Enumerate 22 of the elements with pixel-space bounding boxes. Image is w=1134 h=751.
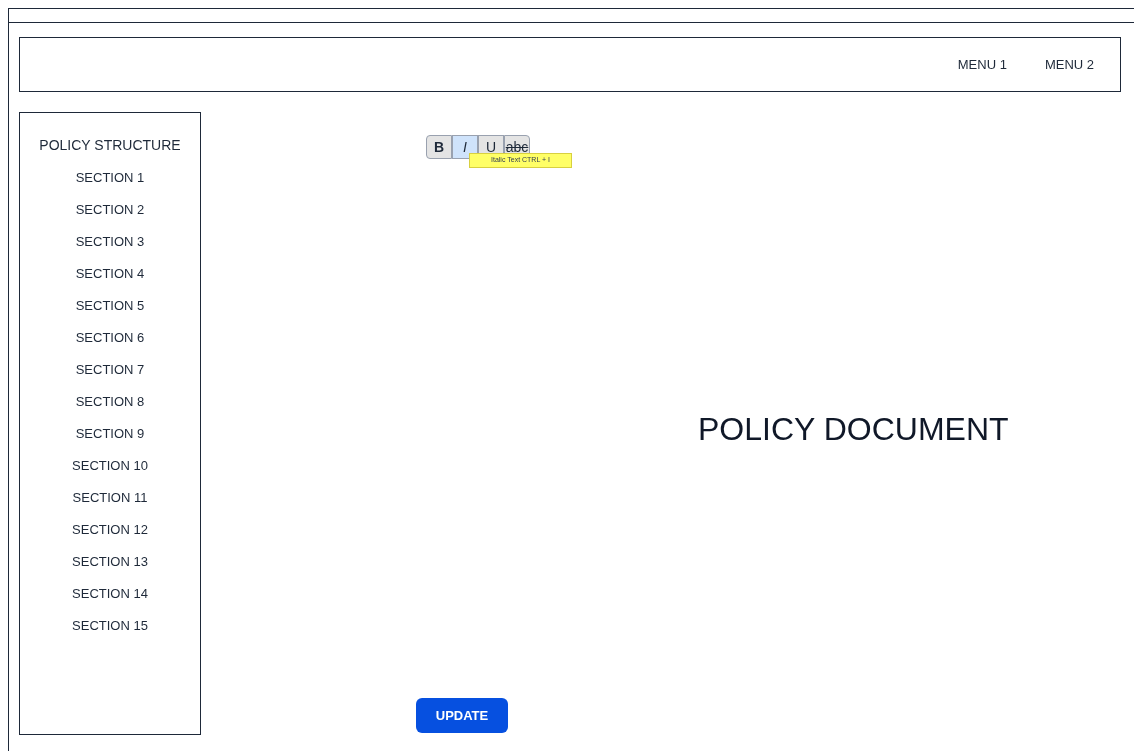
section-link[interactable]: SECTION 10 [72,456,148,488]
document-title: POLICY DOCUMENT [698,410,1009,449]
section-link[interactable]: SECTION 4 [75,264,145,296]
format-button[interactable]: I [452,135,478,159]
section-link[interactable]: SECTION 15 [72,616,148,648]
section-link[interactable]: SECTION 12 [72,520,148,552]
section-link[interactable]: SECTION 3 [75,232,145,264]
format-button[interactable]: B [426,135,452,159]
section-link[interactable]: SECTION 5 [75,296,145,328]
section-link[interactable]: SECTION 2 [75,200,145,232]
section-link[interactable]: SECTION 7 [75,360,145,392]
section-link[interactable]: SECTION 8 [75,392,145,424]
section-link[interactable]: SECTION 6 [75,328,145,360]
section-link[interactable]: SECTION 11 [72,488,148,520]
sidebar-title: POLICY STRUCTURE [39,136,181,155]
menu-link[interactable]: MENU 2 [1044,54,1094,75]
menu-link[interactable]: MENU 1 [957,54,1007,75]
section-link[interactable]: SECTION 9 [75,424,145,456]
update-button[interactable]: UPDATE [416,698,508,733]
section-link[interactable]: SECTION 14 [72,584,148,616]
section-link[interactable]: SECTION 1 [75,168,145,200]
section-link[interactable]: SECTION 13 [72,552,148,584]
